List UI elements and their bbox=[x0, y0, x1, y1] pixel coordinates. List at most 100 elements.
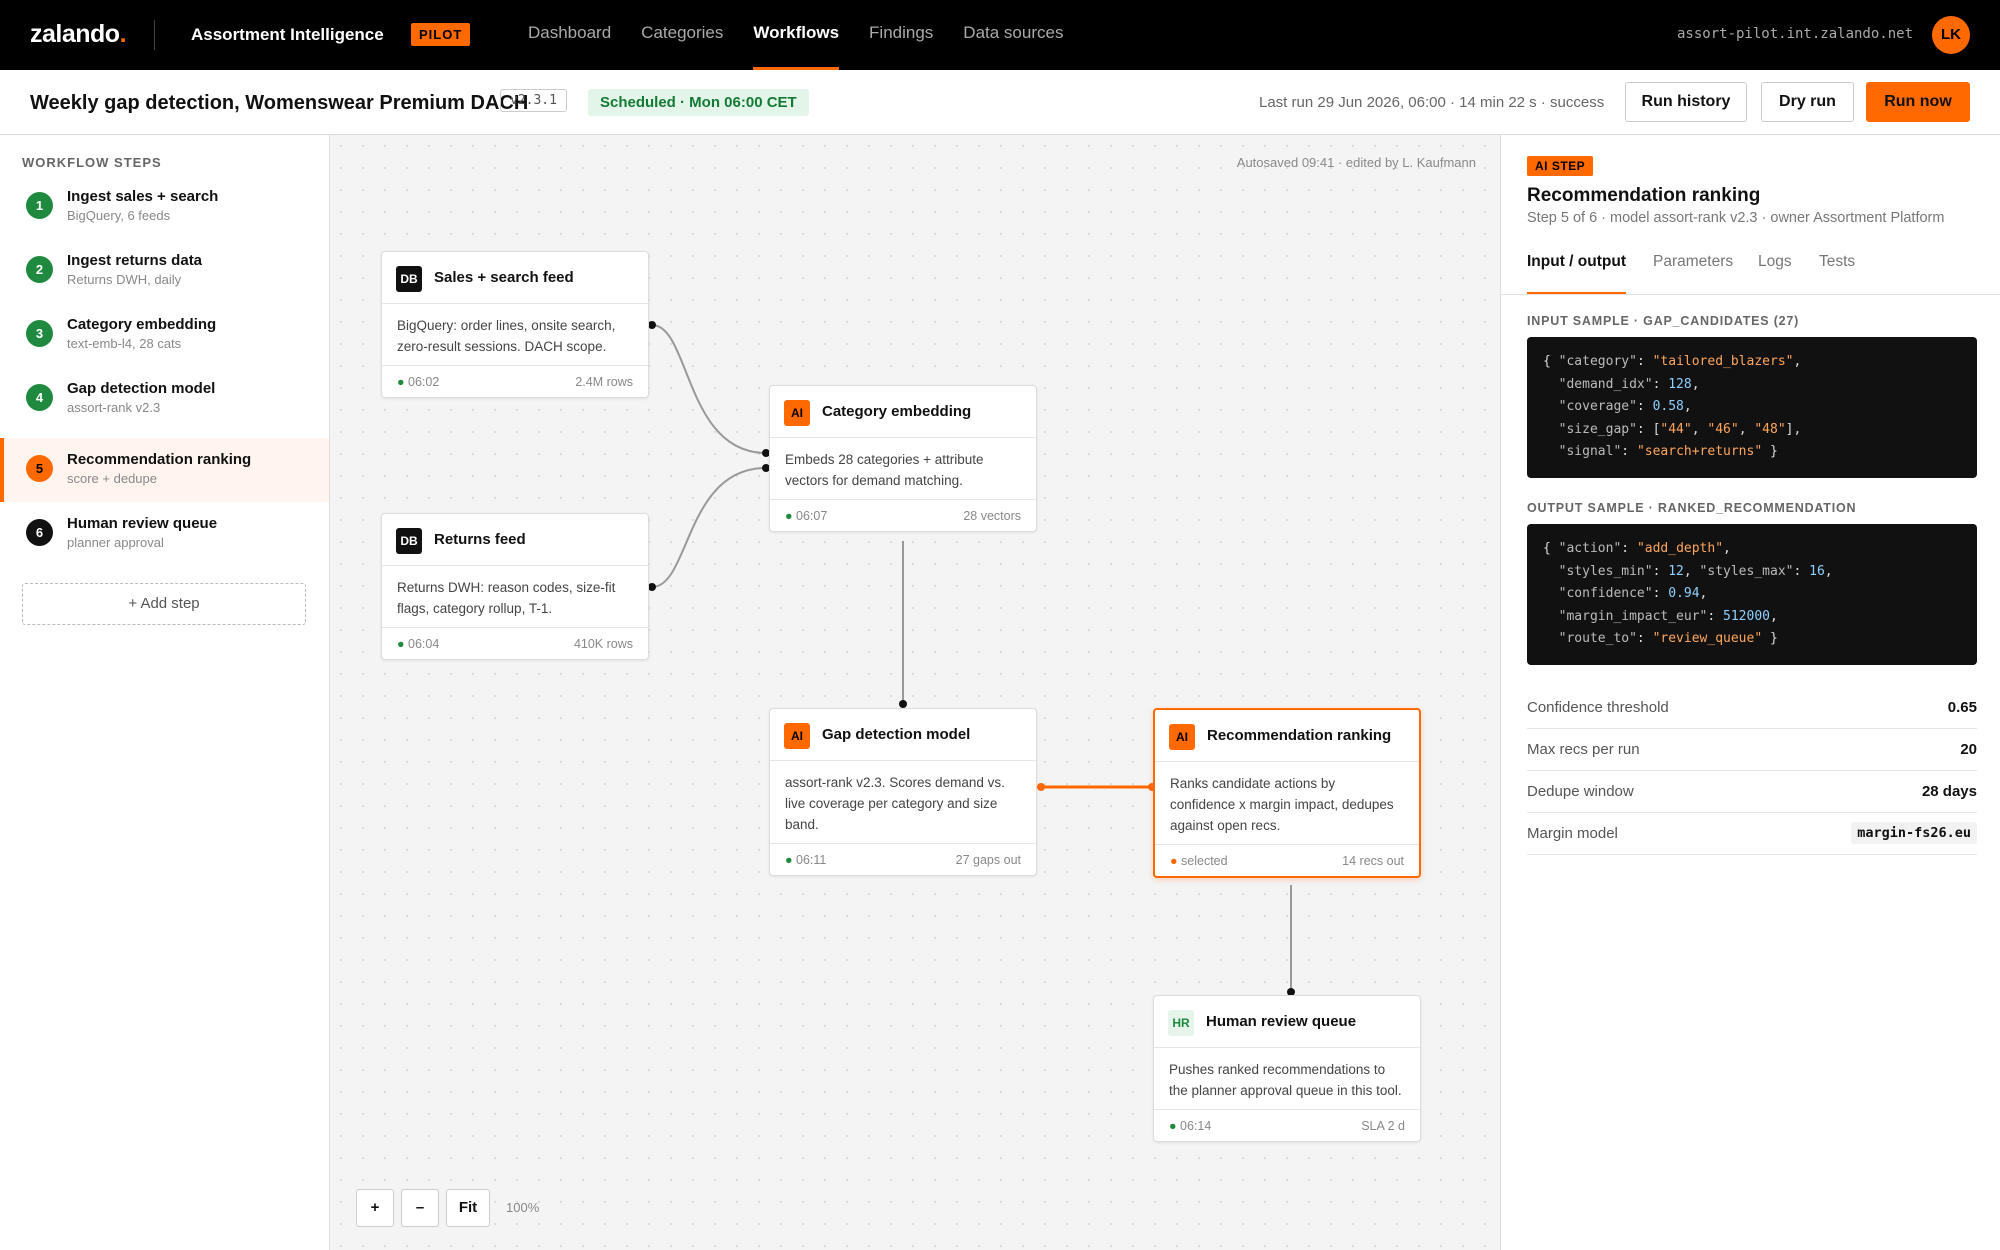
node-footer: ● 06:07 28 vectors bbox=[770, 499, 1036, 531]
step-number: 6 bbox=[26, 519, 53, 546]
param-value[interactable]: 20 bbox=[1960, 741, 1977, 758]
nav-data-sources[interactable]: Data sources bbox=[963, 0, 1063, 70]
node-status: ● 06:07 bbox=[785, 509, 827, 523]
sidebar-step-2[interactable]: 2 Ingest returns data Returns DWH, daily bbox=[0, 239, 329, 303]
param-label: Max recs per run bbox=[1527, 741, 1640, 758]
step-subtitle: BigQuery, 6 feeds bbox=[67, 208, 171, 223]
code-token: , bbox=[1770, 608, 1778, 624]
sidebar-step-5[interactable]: 5 Recommendation ranking score + dedupe bbox=[0, 438, 329, 502]
nav-workflows[interactable]: Workflows bbox=[753, 0, 840, 70]
step-number: 2 bbox=[26, 256, 53, 283]
step-title: Recommendation ranking bbox=[67, 451, 252, 468]
code-token: ], bbox=[1785, 421, 1802, 437]
dry-run-button[interactable]: Dry run bbox=[1761, 82, 1854, 122]
step-title: Ingest returns data bbox=[67, 252, 203, 269]
run-history-button[interactable]: Run history bbox=[1625, 82, 1747, 122]
tab-logs[interactable]: Logs bbox=[1758, 253, 1792, 295]
node-title: Sales + search feed bbox=[434, 269, 574, 286]
node-returns-feed[interactable]: DB Returns feed Returns DWH: reason code… bbox=[381, 513, 649, 660]
code-token: 512000 bbox=[1723, 608, 1770, 624]
param-value[interactable]: 28 days bbox=[1922, 783, 1977, 800]
run-now-button[interactable]: Run now bbox=[1866, 82, 1970, 122]
code-token: "margin_impact_eur" bbox=[1543, 608, 1708, 624]
code-token: "coverage" bbox=[1543, 399, 1637, 414]
ai-icon: AI bbox=[1169, 724, 1195, 750]
workflow-canvas[interactable]: Autosaved 09:41 · edited by L. Kaufmann … bbox=[330, 135, 1500, 1250]
nav-categories[interactable]: Categories bbox=[641, 0, 723, 70]
zalando-logo[interactable]: zalando. bbox=[30, 20, 127, 49]
node-category-embedding[interactable]: AI Category embedding Embeds 28 categori… bbox=[769, 385, 1037, 532]
version-badge: v2.3.1 bbox=[500, 89, 567, 112]
input-sample-label: INPUT SAMPLE · GAP_CANDIDATES (27) bbox=[1527, 314, 1800, 328]
step-subtitle: planner approval bbox=[67, 535, 164, 550]
code-token: : bbox=[1636, 399, 1653, 414]
add-step-button[interactable]: + Add step bbox=[22, 583, 306, 625]
code-token: "styles_min" bbox=[1543, 563, 1653, 579]
zoom-fit-button[interactable]: Fit bbox=[446, 1189, 490, 1227]
sidebar-step-6[interactable]: 6 Human review queue planner approval bbox=[0, 502, 329, 566]
node-description: Returns DWH: reason codes, size-fit flag… bbox=[397, 580, 616, 616]
status-dot-icon: ● bbox=[785, 509, 797, 523]
nav-findings[interactable]: Findings bbox=[869, 0, 933, 70]
sidebar-step-4[interactable]: 4 Gap detection model assort-rank v2.3 bbox=[0, 367, 329, 431]
code-token: : bbox=[1707, 608, 1724, 624]
step-title: Gap detection model bbox=[67, 380, 216, 397]
code-token: "tailored_blazers" bbox=[1652, 354, 1794, 369]
nav-dashboard[interactable]: Dashboard bbox=[528, 0, 611, 70]
code-token: "confidence" bbox=[1543, 586, 1653, 601]
node-description: assort-rank v2.3. Scores demand vs. live… bbox=[785, 775, 1005, 832]
node-footer: ● 06:02 2.4M rows bbox=[382, 365, 648, 397]
code-token: 12 bbox=[1668, 563, 1684, 579]
code-token: "demand_idx" bbox=[1543, 376, 1653, 392]
sidebar-step-1[interactable]: 1 Ingest sales + search BigQuery, 6 feed… bbox=[0, 175, 329, 239]
tab-parameters[interactable]: Parameters bbox=[1653, 253, 1733, 295]
code-token: "signal" bbox=[1543, 444, 1622, 459]
node-footer: ● 06:04 410K rows bbox=[382, 627, 648, 659]
user-avatar[interactable]: LK bbox=[1932, 16, 1970, 54]
param-margin-model: Margin model margin-fs26.eu bbox=[1527, 813, 1977, 855]
node-header: HR Human review queue bbox=[1154, 996, 1420, 1048]
port-gap-out[interactable] bbox=[1037, 783, 1045, 791]
node-status: ● 06:11 bbox=[785, 853, 826, 867]
param-label: Confidence threshold bbox=[1527, 699, 1669, 716]
output-sample-label: OUTPUT SAMPLE · RANKED_RECOMMENDATION bbox=[1527, 501, 1857, 515]
param-value[interactable]: margin-fs26.eu bbox=[1851, 822, 1977, 844]
code-token: , bbox=[1699, 586, 1708, 601]
node-status-time: 06:07 bbox=[796, 509, 828, 523]
code-token: { bbox=[1543, 354, 1559, 369]
param-label: Margin model bbox=[1527, 825, 1618, 842]
node-human-review-queue[interactable]: HR Human review queue Pushes ranked reco… bbox=[1153, 995, 1421, 1142]
tabs-underline bbox=[1500, 294, 2000, 295]
param-value[interactable]: 0.65 bbox=[1948, 699, 1977, 716]
ai-step-badge: AI STEP bbox=[1527, 156, 1594, 176]
port-returns-out[interactable] bbox=[648, 583, 656, 591]
node-metric: 27 gaps out bbox=[955, 853, 1021, 867]
hr-icon: HR bbox=[1168, 1010, 1194, 1036]
node-title: Returns feed bbox=[434, 531, 526, 548]
node-sales-search-feed[interactable]: DB Sales + search feed BigQuery: order l… bbox=[381, 251, 649, 398]
port-gap-in[interactable] bbox=[899, 700, 907, 708]
zoom-out-button[interactable]: – bbox=[401, 1189, 439, 1227]
param-dedupe-window: Dedupe window 28 days bbox=[1527, 771, 1977, 813]
host-name: assort-pilot.int.zalando.net bbox=[1677, 26, 1914, 42]
zoom-in-button[interactable]: + bbox=[356, 1189, 394, 1227]
app-name: Assortment Intelligence bbox=[191, 25, 384, 44]
node-gap-detection-model[interactable]: AI Gap detection model assort-rank v2.3.… bbox=[769, 708, 1037, 876]
code-token: "48" bbox=[1754, 421, 1786, 437]
logo-dot: . bbox=[119, 20, 127, 48]
tab-input-output[interactable]: Input / output bbox=[1527, 253, 1626, 295]
output-sample-code: { "action": "add_depth", "styles_min": 1… bbox=[1527, 524, 1977, 665]
node-recommendation-ranking[interactable]: AI Recommendation ranking Ranks candidat… bbox=[1153, 708, 1421, 878]
param-max-recs: Max recs per run 20 bbox=[1527, 729, 1977, 771]
tab-tests[interactable]: Tests bbox=[1819, 253, 1855, 295]
status-dot-icon: ● bbox=[397, 375, 409, 389]
sidebar-step-3[interactable]: 3 Category embedding text-emb-l4, 28 cat… bbox=[0, 303, 329, 367]
node-footer: ● 06:11 27 gaps out bbox=[770, 843, 1036, 875]
status-dot-icon: ● bbox=[1170, 854, 1182, 868]
port-sales-out[interactable] bbox=[648, 321, 656, 329]
node-status: ● 06:14 bbox=[1169, 1119, 1211, 1133]
code-token: 128 bbox=[1668, 376, 1692, 392]
step-subtitle: Returns DWH, daily bbox=[67, 272, 182, 287]
workflow-title: Weekly gap detection, Womenswear Premium… bbox=[30, 92, 529, 114]
step-number: 1 bbox=[26, 192, 53, 219]
